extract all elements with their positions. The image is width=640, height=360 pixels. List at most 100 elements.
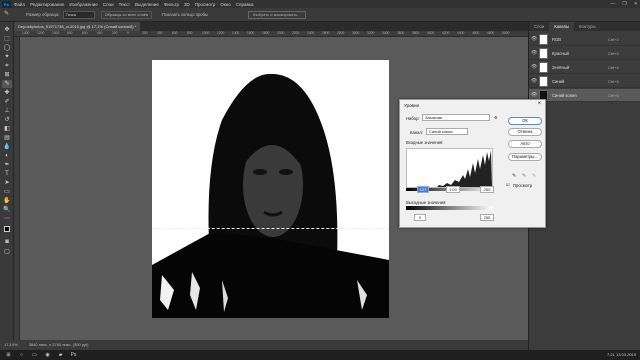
menu-type[interactable]: Текст <box>119 2 130 7</box>
close-window-button[interactable]: ✕ <box>634 1 638 7</box>
ruler-tick: 2000 <box>277 31 285 35</box>
eye-icon[interactable]: 👁 <box>531 64 539 70</box>
ruler-tick: 600 <box>172 31 178 35</box>
channel-row-blue[interactable]: 👁 Синий Ctrl+5 <box>529 75 640 88</box>
auto-button[interactable]: Авто <box>508 140 542 148</box>
history-brush-icon[interactable]: ↺ <box>2 116 12 124</box>
channel-name: RGB <box>552 36 562 42</box>
shape-tool-icon[interactable]: ▭ <box>2 188 12 196</box>
input-black-field[interactable]: 127 <box>417 186 429 193</box>
ruler-tick: 1600 <box>247 31 255 35</box>
screen-mode-icon[interactable]: ▢ <box>2 248 12 256</box>
tab-paths[interactable]: Контуры <box>574 22 600 31</box>
eye-icon[interactable]: 👁 <box>531 36 539 42</box>
ruler-tick: 800 <box>67 31 73 35</box>
ruler-tick: 800 <box>187 31 193 35</box>
ruler-tick: 1800 <box>262 31 270 35</box>
channel-row-red[interactable]: 👁 Красный Ctrl+3 <box>529 47 640 60</box>
folder-icon[interactable]: ▰ <box>56 352 65 359</box>
lasso-tool-icon[interactable]: ◯ <box>2 44 12 52</box>
select-and-mask-button[interactable]: Выбрать и маскировать... <box>248 10 306 19</box>
time: 7:21 <box>607 352 615 357</box>
quick-mask-icon[interactable]: ◙ <box>2 238 12 246</box>
channel-row-green[interactable]: 👁 Зелёный Ctrl+4 <box>529 61 640 74</box>
minimize-button[interactable]: — <box>610 1 615 7</box>
hand-tool-icon[interactable]: ✋ <box>2 197 12 205</box>
tab-channels[interactable]: Каналы <box>549 22 575 31</box>
close-icon[interactable]: × <box>537 101 541 107</box>
preset-select[interactable]: Заказная <box>422 114 490 121</box>
show-ring-checkbox[interactable]: Показать кольцо пробы <box>162 12 208 17</box>
crop-tool-icon[interactable]: ⌗ <box>2 62 12 70</box>
tab-layers[interactable]: Слои <box>529 22 549 31</box>
channel-shortcut: Ctrl+6 <box>608 92 619 98</box>
menu-image[interactable]: Изображение <box>69 2 97 7</box>
ruler-tick: 3000 <box>352 31 360 35</box>
stamp-tool-icon[interactable]: ⊥ <box>2 107 12 115</box>
cancel-button[interactable]: Отмена <box>508 128 542 136</box>
channel-name: Красный <box>552 50 569 56</box>
channel-select[interactable]: Синий копия <box>426 128 468 135</box>
path-select-icon[interactable]: ➤ <box>2 179 12 187</box>
menu-edit[interactable]: Редактирование <box>30 2 64 7</box>
menu-view[interactable]: Просмотр <box>195 2 216 7</box>
gradient-tool-icon[interactable]: ▤ <box>2 134 12 142</box>
menu-filter[interactable]: Фильтр <box>164 2 179 7</box>
preview-checkbox[interactable]: ☑ <box>506 182 510 187</box>
ruler-tick: 0 <box>127 31 129 35</box>
ruler-tick: 3400 <box>382 31 390 35</box>
zoom-level[interactable]: 17,14% <box>4 342 18 347</box>
options-button[interactable]: Параметры... <box>508 153 542 161</box>
eyedropper-tool-icon[interactable]: ✎ <box>2 80 12 88</box>
ruler-tick: 1000 <box>52 31 60 35</box>
blur-tool-icon[interactable]: 💧 <box>2 143 12 151</box>
zoom-tool-icon[interactable]: 🔍 <box>2 206 12 214</box>
maximize-button[interactable]: ❐ <box>622 1 626 7</box>
dodge-tool-icon[interactable]: ◐ <box>2 152 12 160</box>
start-icon[interactable]: ⊞ <box>4 352 13 359</box>
input-gamma-field[interactable]: 1,00 <box>446 186 460 193</box>
sample-layers-select[interactable]: Образцы со всех слоёв <box>100 10 153 19</box>
menu-window[interactable]: Окно <box>220 2 230 7</box>
search-icon[interactable]: ○ <box>17 352 26 359</box>
channel-row-rgb[interactable]: 👁 RGB Ctrl+2 <box>529 33 640 46</box>
marquee-tool-icon[interactable]: ⬚ <box>2 35 12 43</box>
brush-tool-icon[interactable]: ✐ <box>2 98 12 106</box>
eraser-tool-icon[interactable]: ◧ <box>2 125 12 133</box>
photoshop-taskbar-icon[interactable]: Ps <box>69 352 78 359</box>
gear-icon[interactable]: ⚙ <box>494 115 498 120</box>
menu-help[interactable]: Справка <box>236 2 254 7</box>
menu-select[interactable]: Выделение <box>135 2 159 7</box>
color-swatches-icon[interactable] <box>2 226 12 234</box>
ruler-tick: 2200 <box>292 31 300 35</box>
browser-icon[interactable]: ◉ <box>43 352 52 359</box>
ruler-tick: 3800 <box>412 31 420 35</box>
document-tab[interactable]: Depositphotos_91971738_xl-2015.jpg @ 17,… <box>14 22 141 31</box>
type-tool-icon[interactable]: T <box>2 170 12 178</box>
ruler-tick: 4600 <box>472 31 480 35</box>
output-white-field[interactable]: 255 <box>480 214 494 221</box>
input-white-field[interactable]: 250 <box>480 186 494 193</box>
more-tools-icon[interactable]: ⋯ <box>2 215 12 223</box>
white-eyedropper-icon[interactable]: ✎ <box>532 173 536 179</box>
menu-layers[interactable]: Слои <box>103 2 114 7</box>
healing-tool-icon[interactable]: ✚ <box>2 89 12 97</box>
eye-icon[interactable]: 👁 <box>531 92 539 98</box>
move-tool-icon[interactable]: ✥ <box>2 26 12 34</box>
gray-eyedropper-icon[interactable]: ✎ <box>522 173 526 179</box>
sample-size-select[interactable]: Точка <box>62 10 95 19</box>
black-eyedropper-icon[interactable]: ✎ <box>512 173 516 179</box>
ok-button[interactable]: ОК <box>508 117 542 125</box>
menu-file[interactable]: Файл <box>14 2 25 7</box>
frame-tool-icon[interactable]: ⊠ <box>2 71 12 79</box>
taskbar: ⊞ ○ ▭ ◉ ▰ Ps 7:21 13.03.2019 <box>0 350 640 360</box>
output-black-field[interactable]: 0 <box>414 214 426 221</box>
eyedropper-tool-icon[interactable]: ✎ <box>4 10 14 19</box>
pen-tool-icon[interactable]: ✒ <box>2 161 12 169</box>
menu-3d[interactable]: 3D <box>184 2 190 7</box>
eye-icon[interactable]: 👁 <box>531 50 539 56</box>
quick-select-tool-icon[interactable]: ✦ <box>2 53 12 61</box>
eye-icon[interactable]: 👁 <box>531 78 539 84</box>
task-view-icon[interactable]: ▭ <box>30 352 39 359</box>
channel-label: Канал: <box>410 130 424 135</box>
